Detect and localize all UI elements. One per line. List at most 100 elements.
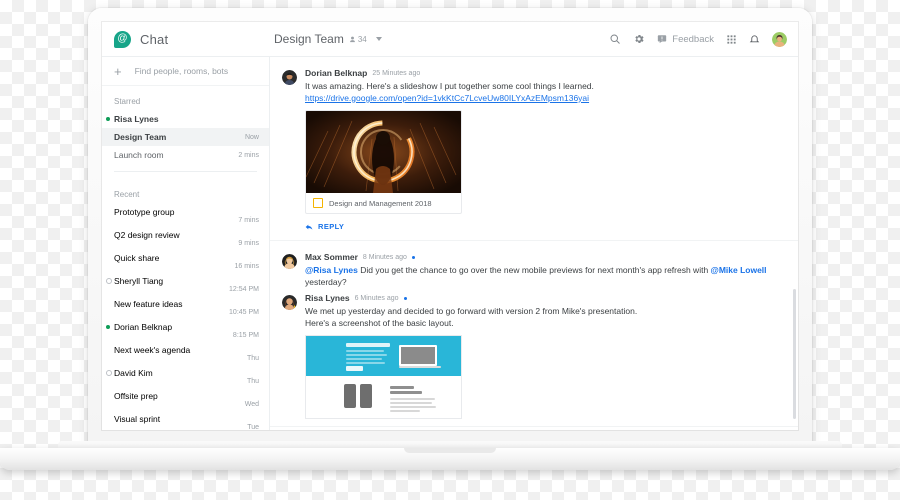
plus-icon[interactable]: +: [114, 65, 122, 78]
sidebar-divider: [114, 171, 257, 172]
list-item[interactable]: Offsite prep Wed: [102, 387, 269, 410]
sidebar-item-time: Tue: [247, 424, 259, 430]
reply-button[interactable]: REPLY: [305, 222, 782, 231]
unread-indicator-icon: [403, 297, 407, 300]
message-header: Dorian Belknap 25 Minutes ago: [305, 69, 782, 78]
member-count-chip[interactable]: 34: [349, 35, 367, 44]
message-author: Dorian Belknap: [305, 68, 368, 78]
avatar[interactable]: [772, 31, 787, 47]
sidebar-item-time: 7 mins: [238, 217, 259, 224]
avatar[interactable]: [282, 254, 297, 270]
message-dorian-belknap: Dorian Belknap 25 Minutes ago It was ama…: [282, 66, 782, 236]
bell-icon[interactable]: [749, 34, 760, 45]
message-body: Risa Lynes 6 Minutes ago We met up yeste…: [305, 293, 782, 420]
message-risa-lynes: Risa Lynes 6 Minutes ago We met up yeste…: [282, 291, 782, 422]
sidebar-item-design-team[interactable]: Design Team Now: [102, 128, 269, 146]
sidebar-item-time: 8:15 PM: [232, 332, 259, 339]
layout-screenshot-attachment[interactable]: [305, 335, 462, 420]
list-item[interactable]: Prototype group 7 mins: [102, 203, 269, 226]
mock-text-heading: [390, 391, 422, 395]
presence-offline-icon: [106, 278, 112, 284]
mock-text-heading: [390, 386, 414, 390]
feedback-button[interactable]: Feedback: [657, 34, 714, 45]
list-item[interactable]: David Kim Thu: [102, 364, 269, 387]
sidebar-item-time: 9 mins: [238, 240, 259, 247]
sidebar-item-label: Visual sprint: [114, 414, 161, 424]
unread-indicator-icon: [411, 255, 415, 259]
mock-text-line: [390, 406, 436, 409]
list-item[interactable]: Q2 design review 9 mins: [102, 226, 269, 249]
message-time: 6 Minutes ago: [354, 295, 399, 302]
mock-text-line: [390, 402, 432, 405]
mock-cta-button: [346, 366, 363, 372]
presence-online-icon: [106, 325, 110, 329]
brand-label: Chat: [140, 31, 169, 47]
chevron-down-icon[interactable]: [375, 37, 382, 41]
app-body: + Find people, rooms, bots Starred Risa …: [102, 57, 798, 430]
mock-hero-title: [346, 343, 390, 348]
page-title: Design Team: [274, 32, 344, 46]
list-item[interactable]: New feature ideas 10:45 PM: [102, 295, 269, 318]
message-text-line: Here's a screenshot of the basic layout.: [305, 318, 454, 329]
laptop-device-mockup: @ Chat Design Team 34 Feedback + Find pe…: [0, 0, 900, 500]
sidebar-item-label: Launch room: [114, 150, 164, 160]
gear-icon[interactable]: [633, 33, 645, 45]
mock-phone-graphic: [344, 384, 356, 409]
sidebar-item-label: Next week's agenda: [114, 345, 191, 355]
message-text-line: yesterday?: [305, 276, 347, 287]
search-input[interactable]: + Find people, rooms, bots: [102, 57, 269, 86]
brand-area: @ Chat: [102, 30, 270, 48]
avatar[interactable]: [282, 70, 297, 85]
list-item[interactable]: Dorian Belknap 8:15 PM: [102, 318, 269, 341]
mock-text-line: [390, 410, 420, 413]
app-top-bar: @ Chat Design Team 34 Feedback: [102, 22, 798, 57]
list-item[interactable]: Next week's agenda Thu: [102, 341, 269, 364]
sidebar-item-label: Design Team: [114, 132, 167, 142]
conversation-pane: Dorian Belknap 25 Minutes ago It was ama…: [270, 57, 798, 430]
mock-laptop-graphic: [399, 345, 441, 370]
attachment-title: Design and Management 2018: [329, 198, 432, 208]
mention-chip[interactable]: @Risa Lynes: [305, 265, 358, 275]
search-placeholder: Find people, rooms, bots: [134, 66, 229, 76]
sidebar-item-launch-room[interactable]: Launch room 2 mins: [102, 146, 269, 164]
section-label-recent: Recent: [114, 190, 140, 199]
sidebar-item-label: Q2 design review: [114, 230, 180, 240]
sidebar-item-time: Thu: [246, 355, 259, 362]
message-group: Mike Lowell 2 Minutes ago I just need to…: [270, 427, 798, 430]
message-author: Max Sommer: [305, 252, 358, 263]
attachment-card[interactable]: Design and Management 2018: [305, 110, 462, 215]
avatar[interactable]: [282, 295, 297, 311]
sidebar-item-time: 10:45 PM: [229, 309, 259, 316]
scrollbar-thumb[interactable]: [793, 289, 796, 419]
sidebar-item-risa-lynes[interactable]: Risa Lynes: [102, 110, 269, 128]
message-text: It was amazing. Here's a slideshow I put…: [305, 80, 782, 105]
mock-text-line: [390, 398, 435, 401]
slides-icon: [313, 198, 323, 209]
message-time: 25 Minutes ago: [372, 69, 421, 77]
member-count-label: 34: [357, 34, 367, 44]
message-group: Dorian Belknap 25 Minutes ago It was ama…: [270, 57, 798, 242]
sidebar-item-time: 2 mins: [238, 151, 259, 159]
message-text: @Risa Lynes Did you get the chance to go…: [305, 264, 782, 289]
list-item[interactable]: Visual sprint Tue: [102, 410, 269, 430]
sidebar-item-label: Dorian Belknap: [114, 322, 173, 332]
sidebar-item-time: Thu: [246, 378, 259, 385]
search-icon[interactable]: [609, 33, 621, 45]
list-item[interactable]: Sheryll Tiang 12:54 PM: [102, 272, 269, 295]
mention-chip[interactable]: @Mike Lowell: [711, 265, 767, 275]
chat-bubble-logo-icon: @: [114, 30, 131, 48]
attachment-caption-row: Design and Management 2018: [306, 193, 461, 213]
apps-grid-icon[interactable]: [726, 34, 737, 45]
message-text: We met up yesterday and decided to go fo…: [305, 305, 782, 330]
list-item[interactable]: Quick share 16 mins: [102, 249, 269, 272]
message-body: Max Sommer 8 Minutes ago @Risa Lynes Did…: [305, 253, 782, 288]
message-author: Risa Lynes: [305, 293, 350, 304]
sidebar-item-label: Risa Lynes: [114, 114, 159, 124]
screenshot-stage: @ Chat Design Team 34 Feedback + Find pe…: [0, 0, 900, 500]
message-link[interactable]: https://drive.google.com/open?id=1vkKtCc…: [305, 93, 589, 103]
message-text-line: We met up yesterday and decided to go fo…: [305, 305, 638, 316]
room-header[interactable]: Design Team 34: [270, 32, 609, 46]
sidebar-item-label: Quick share: [114, 253, 160, 263]
message-text-line: Did you get the chance to go over the ne…: [357, 264, 711, 275]
reply-label: REPLY: [318, 222, 345, 232]
